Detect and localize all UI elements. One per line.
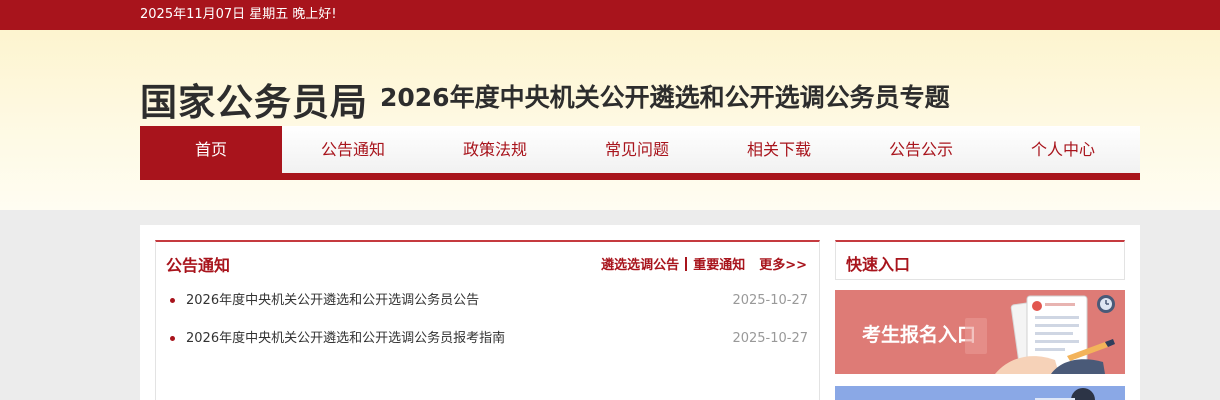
nav-item-faq[interactable]: 常见问题 <box>566 126 708 173</box>
list-item: 2026年度中央机关公开遴选和公开选调公务员公告 2025-10-27 <box>156 292 819 330</box>
notice-item-title[interactable]: 2026年度中央机关公开遴选和公开选调公务员报考指南 <box>186 330 505 348</box>
list-item: 2026年度中央机关公开遴选和公开选调公务员报考指南 2025-10-27 <box>156 330 819 368</box>
main-nav: 首页 公告通知 政策法规 常见问题 相关下载 公告公示 个人中心 <box>140 126 1140 180</box>
nav-item-downloads[interactable]: 相关下载 <box>708 126 850 173</box>
notice-item-title[interactable]: 2026年度中央机关公开遴选和公开选调公务员公告 <box>186 292 479 310</box>
notice-item-date: 2025-10-27 <box>732 331 808 346</box>
important-notice-link[interactable]: 重要通知 <box>693 254 745 273</box>
date-greeting: 2025年11月07日 星期五 晚上好! <box>140 7 337 22</box>
nav-item-publicity[interactable]: 公告公示 <box>850 126 992 173</box>
nav-item-policies[interactable]: 政策法规 <box>424 126 566 173</box>
bullet-icon <box>170 336 175 341</box>
notice-panel-title: 公告通知 <box>166 256 231 275</box>
nav-item-home[interactable]: 首页 <box>140 126 282 173</box>
quick-access-header: 快速入口 <box>835 240 1125 280</box>
site-logo-text[interactable]: 国家公务员局 <box>140 72 368 126</box>
top-bar: 2025年11月07日 星期五 晚上好! <box>0 0 1220 30</box>
nav-item-personal-center[interactable]: 个人中心 <box>992 126 1134 173</box>
selection-announcement-link[interactable]: 遴选选调公告 <box>601 254 679 273</box>
secondary-entry-banner[interactable] <box>835 386 1125 400</box>
page-title: 2026年度中央机关公开遴选和公开选调公务员专题 <box>380 83 950 112</box>
person-illustration <box>1035 388 1095 400</box>
main-content: 公告通知 遴选选调公告 重要通知 更多>> 2026年度中央机关公开遴选和公开选… <box>140 225 1140 400</box>
registration-entry-button[interactable]: 考生报名入口 <box>835 290 1125 374</box>
nav-item-announcements[interactable]: 公告通知 <box>282 126 424 173</box>
more-link[interactable]: 更多>> <box>759 254 807 273</box>
notice-panel: 公告通知 遴选选调公告 重要通知 更多>> 2026年度中央机关公开遴选和公开选… <box>155 240 820 400</box>
quick-access-title: 快速入口 <box>846 255 911 274</box>
notice-list: 2026年度中央机关公开遴选和公开选调公务员公告 2025-10-27 2026… <box>156 292 819 368</box>
bullet-icon <box>170 298 175 303</box>
header-banner: 国家公务员局 2026年度中央机关公开遴选和公开选调公务员专题 <box>0 30 1220 210</box>
link-divider <box>685 256 688 271</box>
application-form-illustration <box>965 295 1115 374</box>
notice-links: 遴选选调公告 重要通知 更多>> <box>601 254 807 273</box>
notice-item-date: 2025-10-27 <box>732 293 808 308</box>
